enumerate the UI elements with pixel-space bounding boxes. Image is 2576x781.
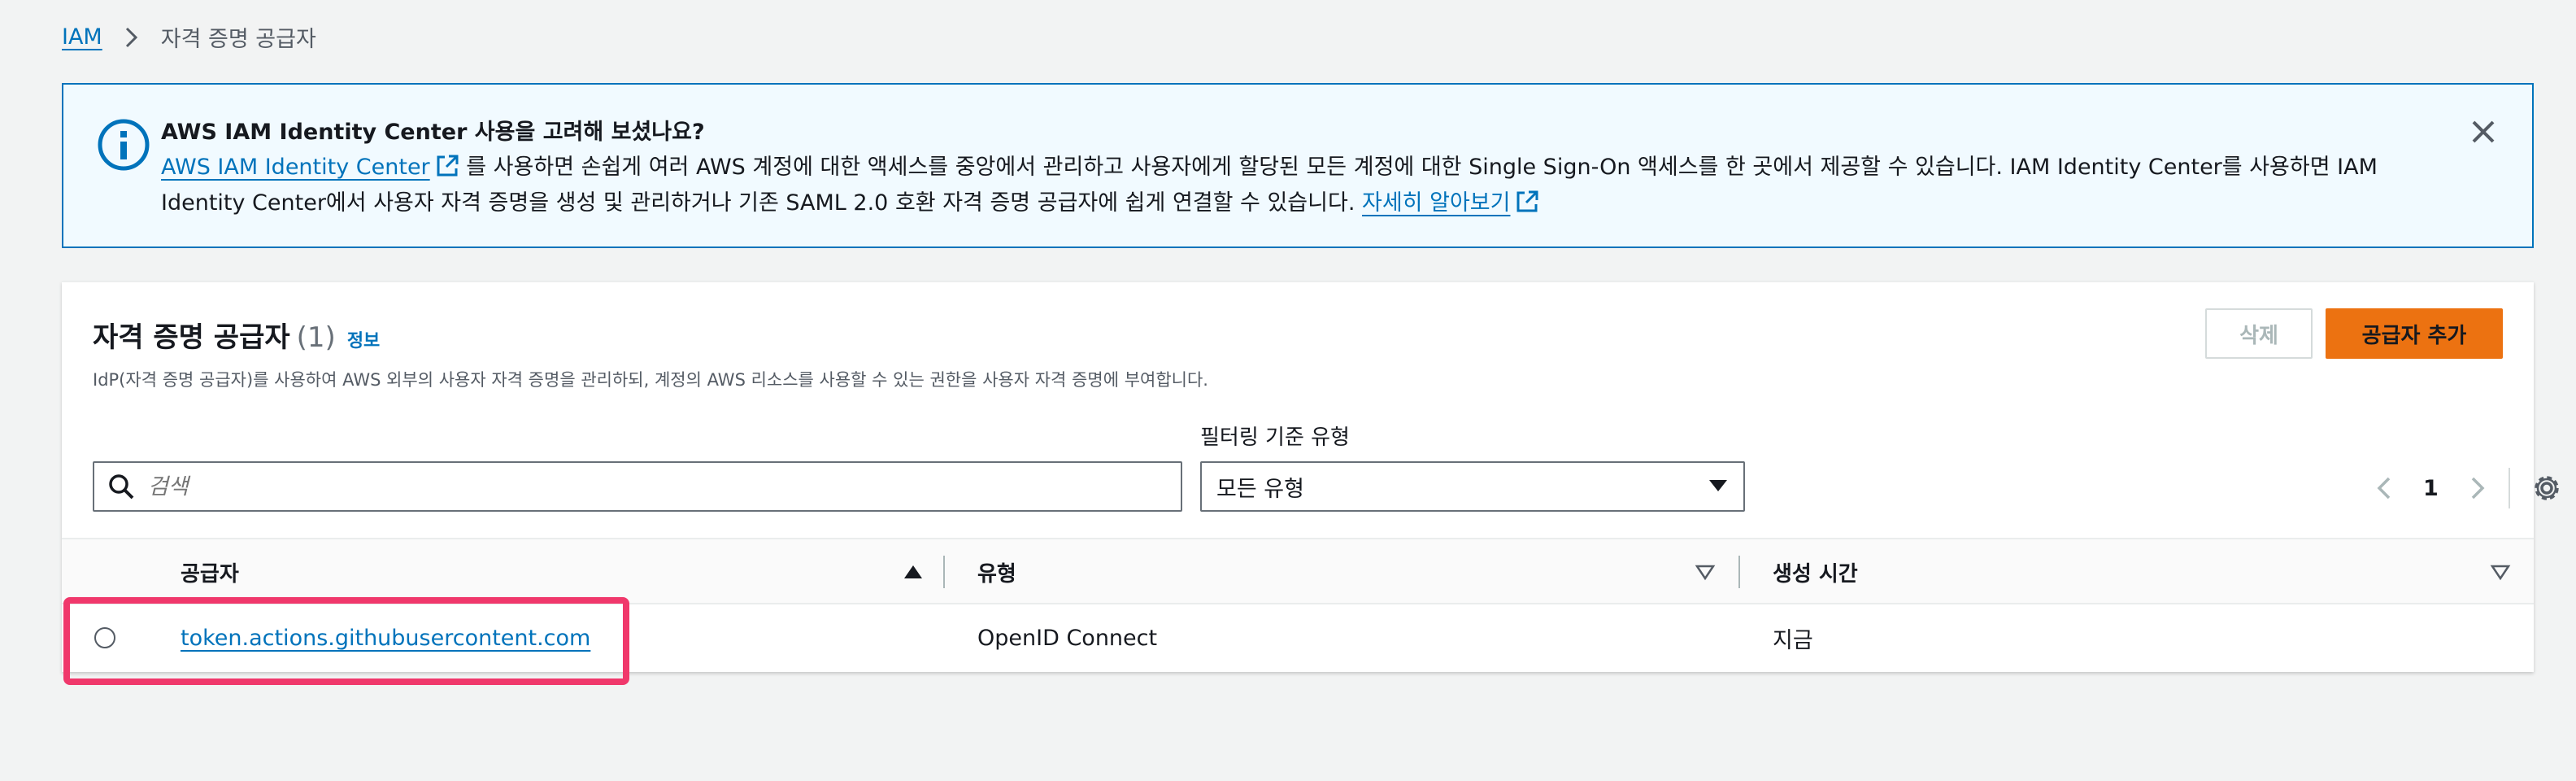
column-divider [943, 556, 945, 588]
provider-link[interactable]: token.actions.githubusercontent.com [181, 626, 590, 651]
filter-type-select[interactable]: 모든 유형 [1200, 461, 1745, 512]
pager-divider [2508, 468, 2510, 508]
learn-more-link[interactable]: 자세히 알아보기 [1362, 190, 1510, 216]
filter-type-value: 모든 유형 [1216, 476, 1304, 502]
created-cell: 지금 [1773, 627, 1813, 653]
sort-ascending-icon[interactable] [903, 561, 924, 582]
column-header-created[interactable]: 생성 시간 [1773, 539, 1858, 604]
current-page[interactable]: 1 [2423, 476, 2439, 501]
column-header-provider[interactable]: 공급자 [181, 539, 239, 604]
provider-cell: token.actions.githubusercontent.com [181, 604, 590, 671]
external-link-icon[interactable] [1515, 190, 1539, 214]
info-icon [94, 116, 153, 174]
pagination: 1 [2371, 468, 2562, 508]
caret-down-icon [1708, 474, 1729, 500]
gear-icon[interactable] [2531, 473, 2562, 504]
breadcrumb: IAM 자격 증명 공급자 [62, 21, 316, 53]
search-field[interactable] [93, 461, 1182, 512]
type-cell: OpenID Connect [977, 625, 1158, 651]
column-divider [1738, 556, 1740, 588]
info-link[interactable]: 정보 [347, 331, 380, 351]
column-header-type[interactable]: 유형 [977, 539, 1016, 604]
sort-icon[interactable] [1695, 561, 1716, 582]
search-icon [107, 473, 135, 500]
breadcrumb-current: 자격 증명 공급자 [160, 27, 316, 52]
filter-type-label: 필터링 기준 유형 [1200, 425, 1350, 450]
external-link-icon[interactable] [435, 154, 459, 178]
provider-count: (1) [296, 321, 336, 354]
close-icon[interactable] [2467, 116, 2500, 148]
panel-title-text: 자격 증명 공급자 [93, 321, 290, 354]
banner-body: AWS IAM Identity Center 를 사용하면 손쉽게 여러 AW… [161, 150, 2454, 221]
identity-center-link[interactable]: AWS IAM Identity Center [161, 155, 430, 180]
identity-providers-panel: 자격 증명 공급자 (1) 정보 IdP(자격 증명 공급자)를 사용하여 AWS … [62, 281, 2559, 672]
banner-body-text: 를 사용하면 손쉽게 여러 AWS 계정에 대한 액세스를 중앙에서 관리하고 … [161, 155, 2378, 216]
banner-title: AWS IAM Identity Center 사용을 고려해 보셨나요? [161, 120, 705, 145]
chevron-right-icon [120, 26, 143, 49]
sort-icon[interactable] [2490, 561, 2511, 582]
table-row: token.actions.githubusercontent.com Open… [62, 604, 2534, 671]
panel-description: IdP(자격 증명 공급자)를 사용하여 AWS 외부의 사용자 자격 증명을 … [93, 370, 1208, 390]
panel-title: 자격 증명 공급자 (1) 정보 [93, 315, 380, 355]
delete-button[interactable]: 삭제 [2205, 308, 2313, 359]
info-banner: AWS IAM Identity Center 사용을 고려해 보셨나요? AW… [62, 83, 2534, 248]
search-input[interactable] [146, 473, 1122, 500]
breadcrumb-iam-link[interactable]: IAM [62, 24, 102, 50]
chevron-left-icon[interactable] [2371, 474, 2399, 502]
table-header: 공급자 유형 생성 시간 [62, 538, 2534, 604]
chevron-right-icon[interactable] [2463, 474, 2491, 502]
row-select-radio[interactable] [94, 627, 115, 648]
add-provider-button[interactable]: 공급자 추가 [2326, 308, 2503, 359]
